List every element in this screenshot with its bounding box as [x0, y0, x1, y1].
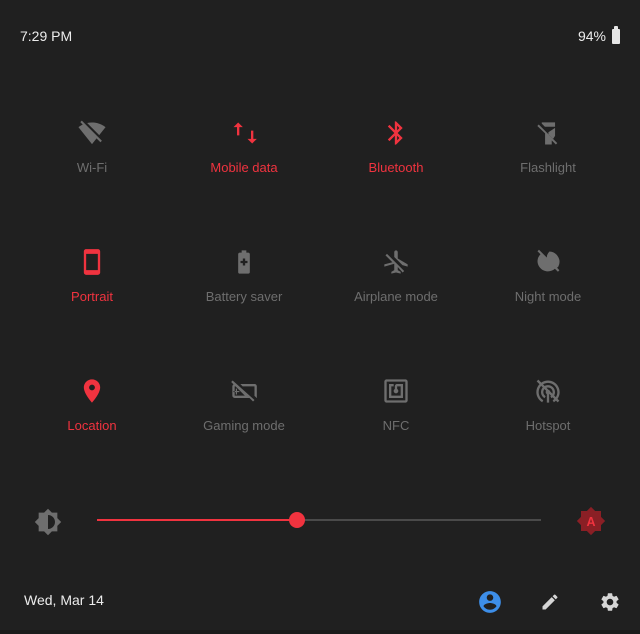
battery-icon: [612, 25, 620, 44]
brightness-low-icon: [34, 508, 62, 541]
screen-rotation-portrait-icon: [77, 247, 107, 277]
tile-label: Night mode: [514, 289, 582, 304]
nfc-icon: [381, 376, 411, 406]
settings-button[interactable]: [596, 588, 624, 616]
tile-wi-fi[interactable]: Wi-Fi: [16, 100, 168, 229]
footer-bar: Wed, Mar 14: [0, 582, 640, 622]
tile-label: Gaming mode: [203, 418, 285, 433]
tile-airplane-mode[interactable]: Airplane mode: [320, 229, 472, 358]
tile-label: Mobile data: [210, 160, 278, 175]
pencil-icon: [542, 594, 558, 610]
battery-percent: 94%: [577, 28, 606, 44]
quick-settings-grid: Wi-Fi Mobile data Bluetooth Flashlight Portr…: [16, 100, 624, 487]
auto-brightness-label: A: [586, 515, 595, 529]
brightness-row: A: [0, 500, 640, 540]
hotspot-off-icon: [533, 376, 563, 406]
tile-label: NFC: [382, 418, 410, 433]
status-time: 7:29 PM: [20, 28, 73, 44]
tile-nfc[interactable]: NFC: [320, 358, 472, 487]
brightness-slider-thumb[interactable]: [288, 512, 305, 528]
gear-icon: [601, 593, 619, 611]
tile-bluetooth[interactable]: Bluetooth: [320, 100, 472, 229]
tile-label: Flashlight: [520, 160, 576, 175]
airplane-off-icon: [381, 247, 411, 277]
tile-battery-saver[interactable]: Battery saver: [168, 229, 320, 358]
tile-gaming-mode[interactable]: Gaming mode: [168, 358, 320, 487]
tile-location[interactable]: Location: [16, 358, 168, 487]
tile-hotspot[interactable]: Hotspot: [472, 358, 624, 487]
mobile-data-icon: [229, 118, 259, 148]
tile-label: Bluetooth: [368, 160, 424, 175]
tile-mobile-data[interactable]: Mobile data: [168, 100, 320, 229]
tile-label: Portrait: [71, 289, 113, 304]
tile-label: Battery saver: [205, 289, 283, 304]
bluetooth-icon: [381, 118, 411, 148]
status-bar: 7:29 PM 94%: [0, 0, 640, 72]
edit-button[interactable]: [536, 588, 564, 616]
tile-label: Airplane mode: [354, 289, 438, 304]
bottom-edge: [0, 630, 640, 634]
tile-label: Hotspot: [525, 418, 571, 433]
auto-brightness-icon[interactable]: A: [576, 506, 606, 541]
flashlight-off-icon: [533, 118, 563, 148]
tile-label: Wi-Fi: [76, 160, 108, 175]
brightness-slider[interactable]: [97, 512, 541, 528]
tile-portrait[interactable]: Portrait: [16, 229, 168, 358]
tile-label: Location: [67, 418, 117, 433]
account-circle-icon: [479, 591, 501, 613]
tile-flashlight[interactable]: Flashlight: [472, 100, 624, 229]
user-account-button[interactable]: [476, 588, 504, 616]
wifi-off-icon: [77, 118, 107, 148]
tile-night-mode[interactable]: Night mode: [472, 229, 624, 358]
battery-saver-icon: [229, 247, 259, 277]
brightness-slider-fill: [97, 519, 297, 521]
battery-indicator: 94%: [577, 25, 620, 44]
location-pin-icon: [77, 376, 107, 406]
date-label: Wed, Mar 14: [24, 592, 104, 608]
night-mode-off-icon: [533, 247, 563, 277]
gaming-mode-off-icon: [229, 376, 259, 406]
